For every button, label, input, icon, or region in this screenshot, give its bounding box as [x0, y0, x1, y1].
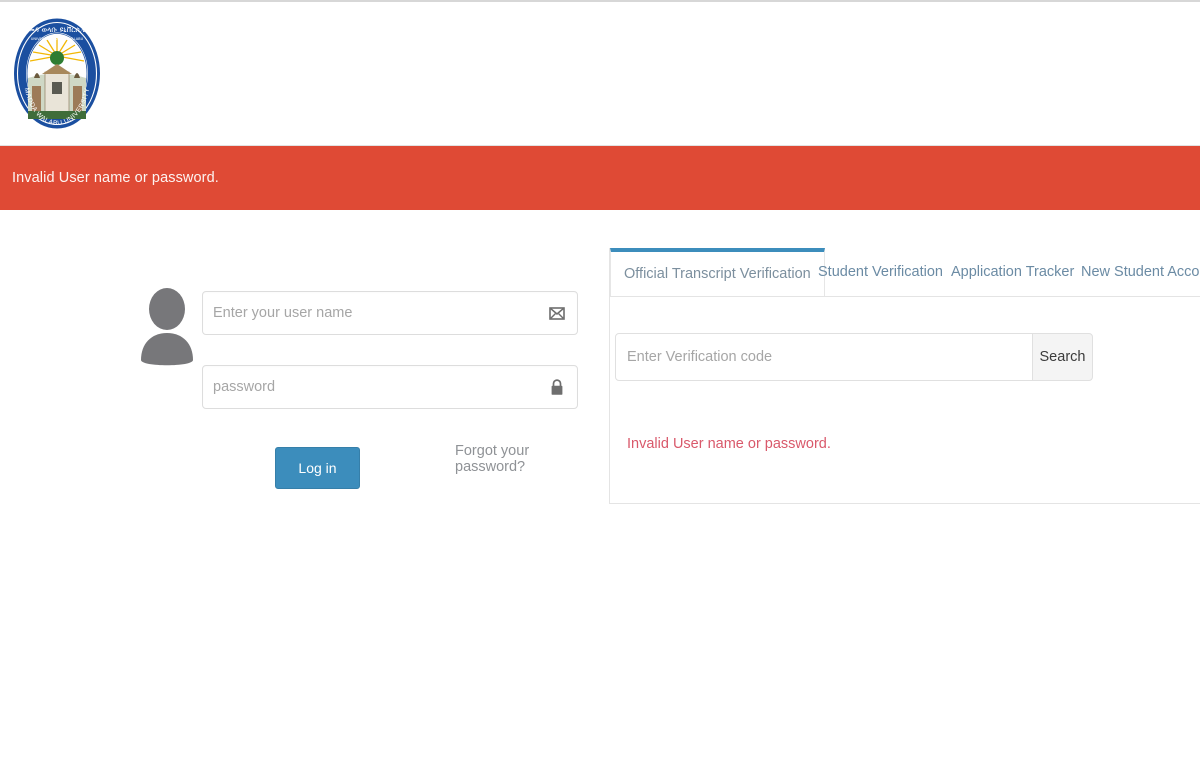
envelope-icon: [549, 307, 565, 320]
verification-tabs: Official Transcript Verification Student…: [610, 248, 1200, 297]
verification-code-field-wrapper[interactable]: [615, 333, 1033, 381]
search-button[interactable]: Search: [1032, 333, 1093, 381]
tab-application-tracker[interactable]: Application Tracker: [938, 248, 1087, 296]
svg-text:መዳ ወላቡ ዩኒቨርሲቲ: መዳ ወላቡ ዩኒቨርሲቲ: [28, 25, 88, 34]
login-form: Log in Forgot your password?: [0, 210, 600, 530]
university-logo[interactable]: መዳ ወላቡ ዩኒቨርሲቲ UNIVERSITY MADDA WALABU MA…: [12, 16, 102, 131]
verification-code-input[interactable]: [616, 334, 1032, 380]
verification-panel: Official Transcript Verification Student…: [609, 248, 1200, 504]
forgot-password-link[interactable]: Forgot your password?: [455, 443, 600, 475]
tab-new-student-account[interactable]: New Student Account: [1068, 248, 1200, 296]
password-input[interactable]: [203, 366, 543, 408]
global-error-banner: Invalid User name or password.: [0, 146, 1200, 210]
tab-student-verification[interactable]: Student Verification: [805, 248, 956, 296]
username-input[interactable]: [203, 292, 543, 334]
lock-icon: [551, 379, 563, 395]
password-field-wrapper[interactable]: [202, 365, 578, 409]
university-seal-logo: መዳ ወላቡ ዩኒቨርሲቲ UNIVERSITY MADDA WALABU MA…: [14, 18, 100, 129]
global-error-message: Invalid User name or password.: [12, 170, 219, 186]
verification-error-message: Invalid User name or password.: [627, 436, 831, 452]
svg-text:UNIVERSITY MADDA WALABU: UNIVERSITY MADDA WALABU: [31, 37, 84, 41]
site-header: መዳ ወላቡ ዩኒቨርሲቲ UNIVERSITY MADDA WALABU MA…: [0, 2, 1200, 146]
verification-search-row: Search: [615, 333, 1095, 381]
username-field-wrapper[interactable]: [202, 291, 578, 335]
login-button[interactable]: Log in: [275, 447, 360, 489]
user-avatar-icon: [141, 288, 193, 366]
main-content: Log in Forgot your password? Official Tr…: [0, 210, 1200, 765]
tab-official-transcript-verification[interactable]: Official Transcript Verification: [610, 248, 825, 296]
